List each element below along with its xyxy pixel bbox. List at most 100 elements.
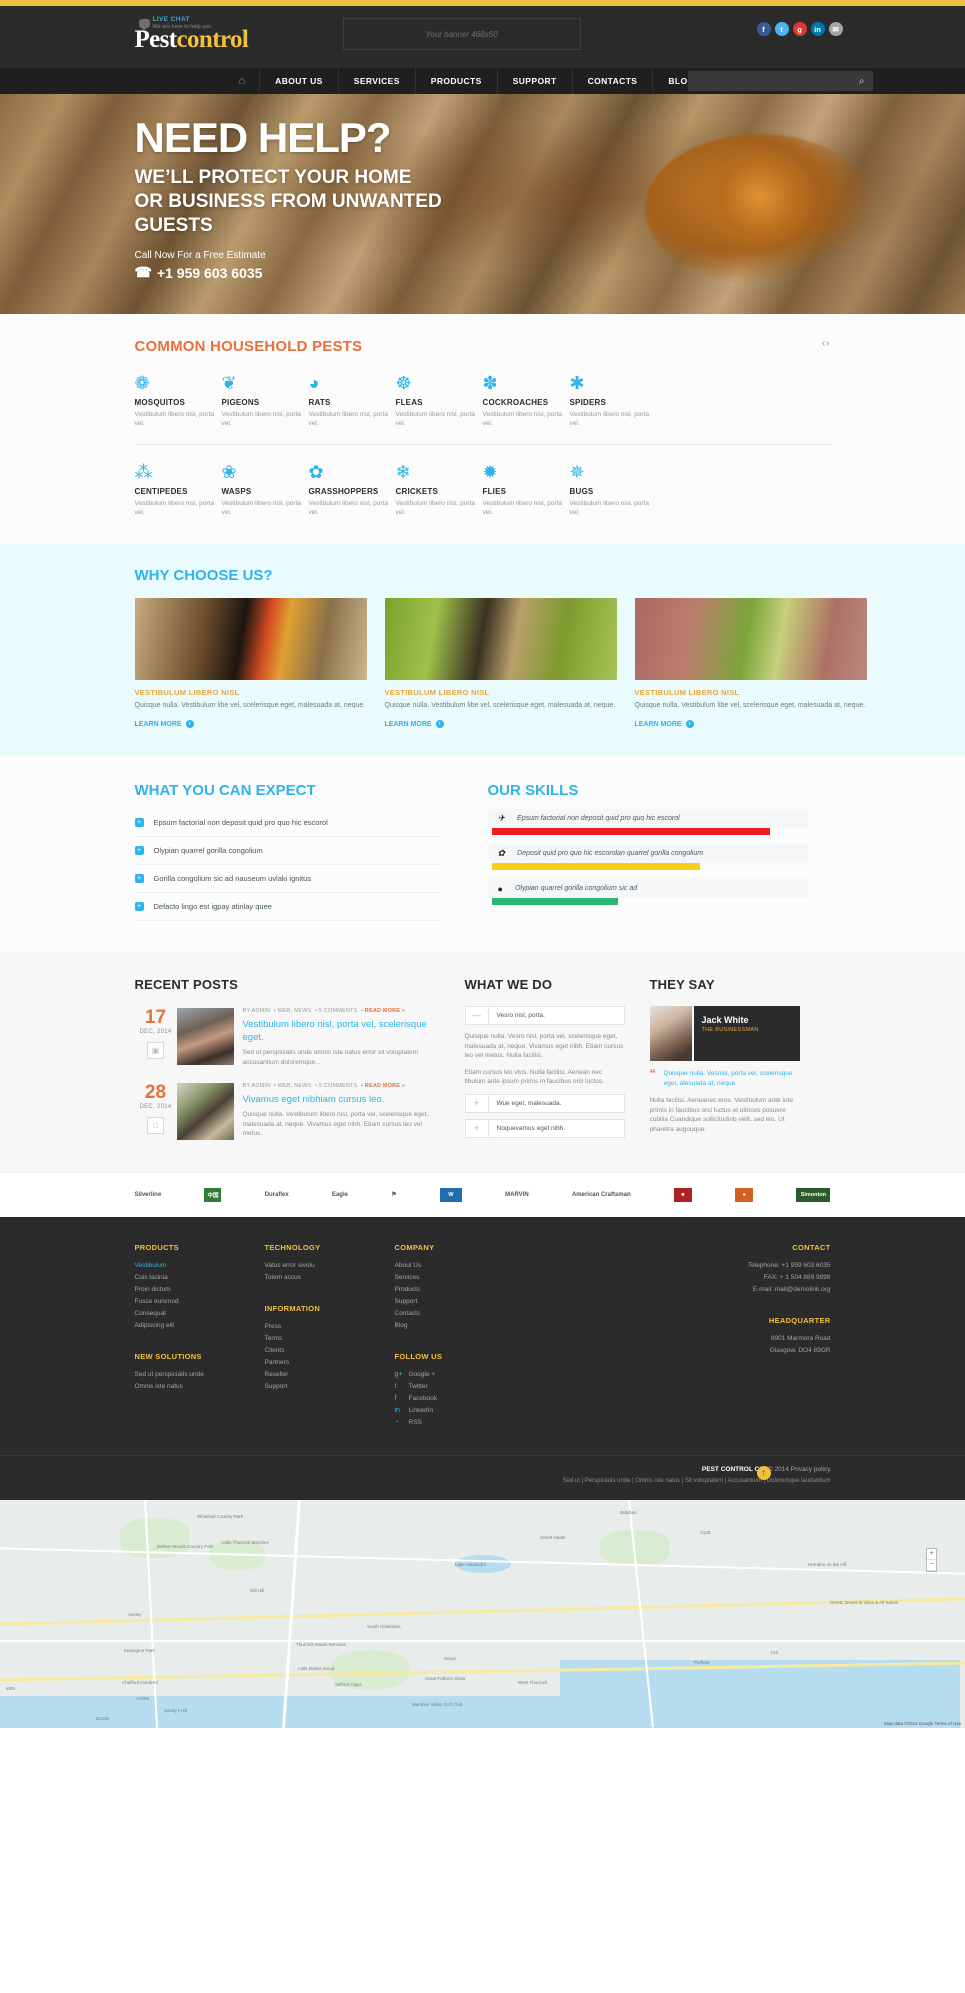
footer-email[interactable]: E-mail: mail@demolink.org xyxy=(641,1284,831,1296)
rat-icon: ◕ xyxy=(308,373,320,393)
pest-card-fleas[interactable]: ☸ FLEAS Vestibulum libero nisl, porta ve… xyxy=(396,370,480,428)
footer-link[interactable]: Fusce euismod xyxy=(135,1296,265,1308)
post-item[interactable]: 17 DEC, 2014 ▣ BY ADMIN • WEB, NEWS • 5 … xyxy=(135,1008,435,1067)
pest-card-wasps[interactable]: ❀ WASPS Vestibulum libero nisl, porta ve… xyxy=(222,459,306,517)
footer-link[interactable]: About Us xyxy=(395,1260,525,1272)
footer-link[interactable]: Omnis iste natus xyxy=(135,1381,265,1393)
learn-more-link[interactable]: LEARN MORE › xyxy=(635,720,867,728)
read-more-link[interactable]: READ MORE » xyxy=(365,1083,405,1089)
pest-card-rats[interactable]: ◕ RATS Vestibulum libero nisl, porta vel… xyxy=(309,370,393,428)
brand-logo-crest[interactable]: ⚑ xyxy=(391,1187,396,1203)
search-icon[interactable]: ⌕ xyxy=(859,76,873,87)
map-zoom-in-button[interactable]: + xyxy=(927,1549,936,1560)
footer-link[interactable]: Services xyxy=(395,1272,525,1284)
footer-social-rss[interactable]: ◔ RSS xyxy=(395,1417,525,1429)
post-title[interactable]: Vivamus eget nibhiam cursus leo. xyxy=(243,1093,435,1106)
brand-logo-orange[interactable]: ● xyxy=(735,1187,754,1203)
location-map[interactable]: + − Whitehall Country Park Belhus Woods … xyxy=(0,1499,965,1728)
brand-logo-asian[interactable]: 中国 xyxy=(204,1187,222,1203)
brand-logo-simonton[interactable]: Simonton xyxy=(796,1187,831,1203)
twitter-icon[interactable]: t xyxy=(774,22,789,36)
footer-link[interactable]: Totem accus xyxy=(265,1272,395,1284)
footer-link[interactable]: Products xyxy=(395,1284,525,1296)
pest-card-centipedes[interactable]: ⁂ CENTIPEDES Vestibulum libero nisl, por… xyxy=(135,459,219,517)
ad-banner[interactable]: Your banner 468x60 xyxy=(342,18,581,50)
post-item[interactable]: 28 DEC, 2014 □ BY ADMIN • WEB, NEWS • 5 … xyxy=(135,1083,435,1140)
pest-card-grasshoppers[interactable]: ✿ GRASSHOPPERS Vestibulum libero nisl, p… xyxy=(309,459,393,517)
nav-item-products[interactable]: PRODUCTS xyxy=(414,68,497,94)
expect-item[interactable]: + Epsum factorial non deposit quid pro q… xyxy=(134,809,440,837)
read-more-link[interactable]: READ MORE » xyxy=(365,1008,405,1014)
map-attribution: Map data ©2014 Google Terms of Use xyxy=(884,1720,961,1726)
pest-card-crickets[interactable]: ❄ CRICKETS Vestibulum libero nisl, porta… xyxy=(396,459,480,517)
mail-icon[interactable]: ✉ xyxy=(828,22,843,36)
footer-social-linkedin[interactable]: in LinkedIn xyxy=(395,1405,525,1417)
footer-link[interactable]: Partners xyxy=(265,1357,395,1369)
pests-carousel-arrows[interactable]: ‹› xyxy=(822,338,831,349)
footer-link[interactable]: Adipiscing elit xyxy=(135,1320,265,1332)
brand-logo-red[interactable]: ■ xyxy=(673,1187,692,1203)
why-card-image[interactable] xyxy=(634,598,867,680)
pest-card-mosquitos[interactable]: ❁ MOSQUITOS Vestibulum libero nisl, port… xyxy=(135,370,219,428)
brand-logo-silverline[interactable]: Silverline xyxy=(135,1187,162,1203)
footer-link[interactable]: Support xyxy=(265,1381,395,1393)
footer-link[interactable]: Reseller xyxy=(265,1369,395,1381)
footer-social-google[interactable]: g+ Google + xyxy=(395,1369,525,1381)
footer-link[interactable]: Terms xyxy=(265,1333,395,1345)
nav-item-support[interactable]: SUPPORT xyxy=(496,68,572,94)
accordion-row[interactable]: + Wue eget, malesuada. xyxy=(464,1093,625,1113)
post-title[interactable]: Vestibulum libero nisl, porta vel, scele… xyxy=(243,1018,435,1044)
nav-item-about-us[interactable]: ABOUT US xyxy=(259,68,338,94)
linkedin-icon[interactable]: in xyxy=(810,22,825,36)
pest-card-pigeons[interactable]: ❦ PIGEONS Vestibulum libero nisl, porta … xyxy=(222,370,306,428)
footer-bottom-links[interactable]: Sed ut | Perspiciatis unde | Omnis iste … xyxy=(135,1478,831,1484)
footer-link[interactable]: Vestibulum xyxy=(135,1260,265,1272)
map-zoom-out-button[interactable]: − xyxy=(927,1560,936,1571)
footer-link[interactable]: Support xyxy=(395,1296,525,1308)
home-icon[interactable]: ⌂ xyxy=(225,75,260,87)
post-thumbnail[interactable] xyxy=(176,1083,234,1140)
accordion-row-open[interactable]: — Vesro nisl, porta. xyxy=(464,1006,625,1025)
footer-link[interactable]: Sed ut perspiciatis unde xyxy=(135,1369,265,1381)
post-thumbnail[interactable] xyxy=(176,1008,234,1065)
footer-link[interactable]: Vatus error sivolu xyxy=(265,1260,395,1272)
brand-logo-eagle[interactable]: Eagle xyxy=(332,1187,348,1203)
why-section-title: WHY CHOOSE US? xyxy=(134,567,273,584)
brand-logo-marvin[interactable]: MARVIN xyxy=(505,1187,529,1203)
brand-label: 中国 xyxy=(204,1187,222,1202)
go-to-top-button[interactable]: ↑ xyxy=(756,1465,771,1480)
footer-social-facebook[interactable]: f Facebook xyxy=(395,1393,525,1405)
search-input[interactable] xyxy=(687,76,859,86)
accordion-row[interactable]: + Noquevamus eget nibh. xyxy=(464,1118,625,1138)
expect-item[interactable]: + Gorilla congolium sic ad nauseum uvlak… xyxy=(134,865,440,893)
expect-item[interactable]: + Defacto lingo est igpay atinlay quee xyxy=(134,893,440,921)
footer-social-twitter[interactable]: t Twitter xyxy=(395,1381,525,1393)
brand-logo-blue[interactable]: W xyxy=(439,1187,462,1203)
nav-item-services[interactable]: SERVICES xyxy=(337,68,415,94)
nav-item-contacts[interactable]: CONTACTS xyxy=(571,68,653,94)
pest-card-flies[interactable]: ✹ FLIES Vestibulum libero nisl, porta ve… xyxy=(483,459,567,517)
hero-phone[interactable]: ☎ +1 959 603 6035 xyxy=(135,264,863,281)
footer-link[interactable]: Clients xyxy=(265,1345,395,1357)
learn-more-link[interactable]: LEARN MORE › xyxy=(385,720,617,728)
facebook-icon[interactable]: f xyxy=(756,22,771,36)
brand-logo-duraflex[interactable]: Duraflex xyxy=(265,1187,289,1203)
pest-card-spiders[interactable]: ✱ SPIDERS Vestibulum libero nisl, porta … xyxy=(570,370,654,428)
footer-link[interactable]: Proin dictum xyxy=(135,1284,265,1296)
learn-more-link[interactable]: LEARN MORE › xyxy=(135,720,367,728)
site-logo[interactable]: Pestcontrol xyxy=(135,26,249,54)
pest-card-bugs[interactable]: ✵ BUGS Vestibulum libero nisl, porta vel… xyxy=(570,459,654,517)
why-card-image[interactable] xyxy=(384,598,617,680)
brand-logo-american-craftsman[interactable]: American Craftsman xyxy=(572,1187,631,1203)
footer-link[interactable]: Cuis lacinia xyxy=(135,1272,265,1284)
map-zoom-controls[interactable]: + − xyxy=(926,1547,937,1572)
google-plus-icon[interactable]: g xyxy=(792,22,807,36)
why-card-image[interactable] xyxy=(134,598,367,680)
footer-link[interactable]: Blog xyxy=(395,1320,525,1332)
pest-card-cockroaches[interactable]: ✽ COCKROACHES Vestibulum libero nisl, po… xyxy=(483,370,567,428)
expect-item[interactable]: + Olypian quarrel gorilla congolium xyxy=(134,837,440,865)
footer-link[interactable]: Contacts xyxy=(395,1308,525,1320)
search-box[interactable]: ⌕ xyxy=(687,71,873,91)
footer-link[interactable]: Consequat xyxy=(135,1308,265,1320)
footer-link[interactable]: Press xyxy=(265,1321,395,1333)
